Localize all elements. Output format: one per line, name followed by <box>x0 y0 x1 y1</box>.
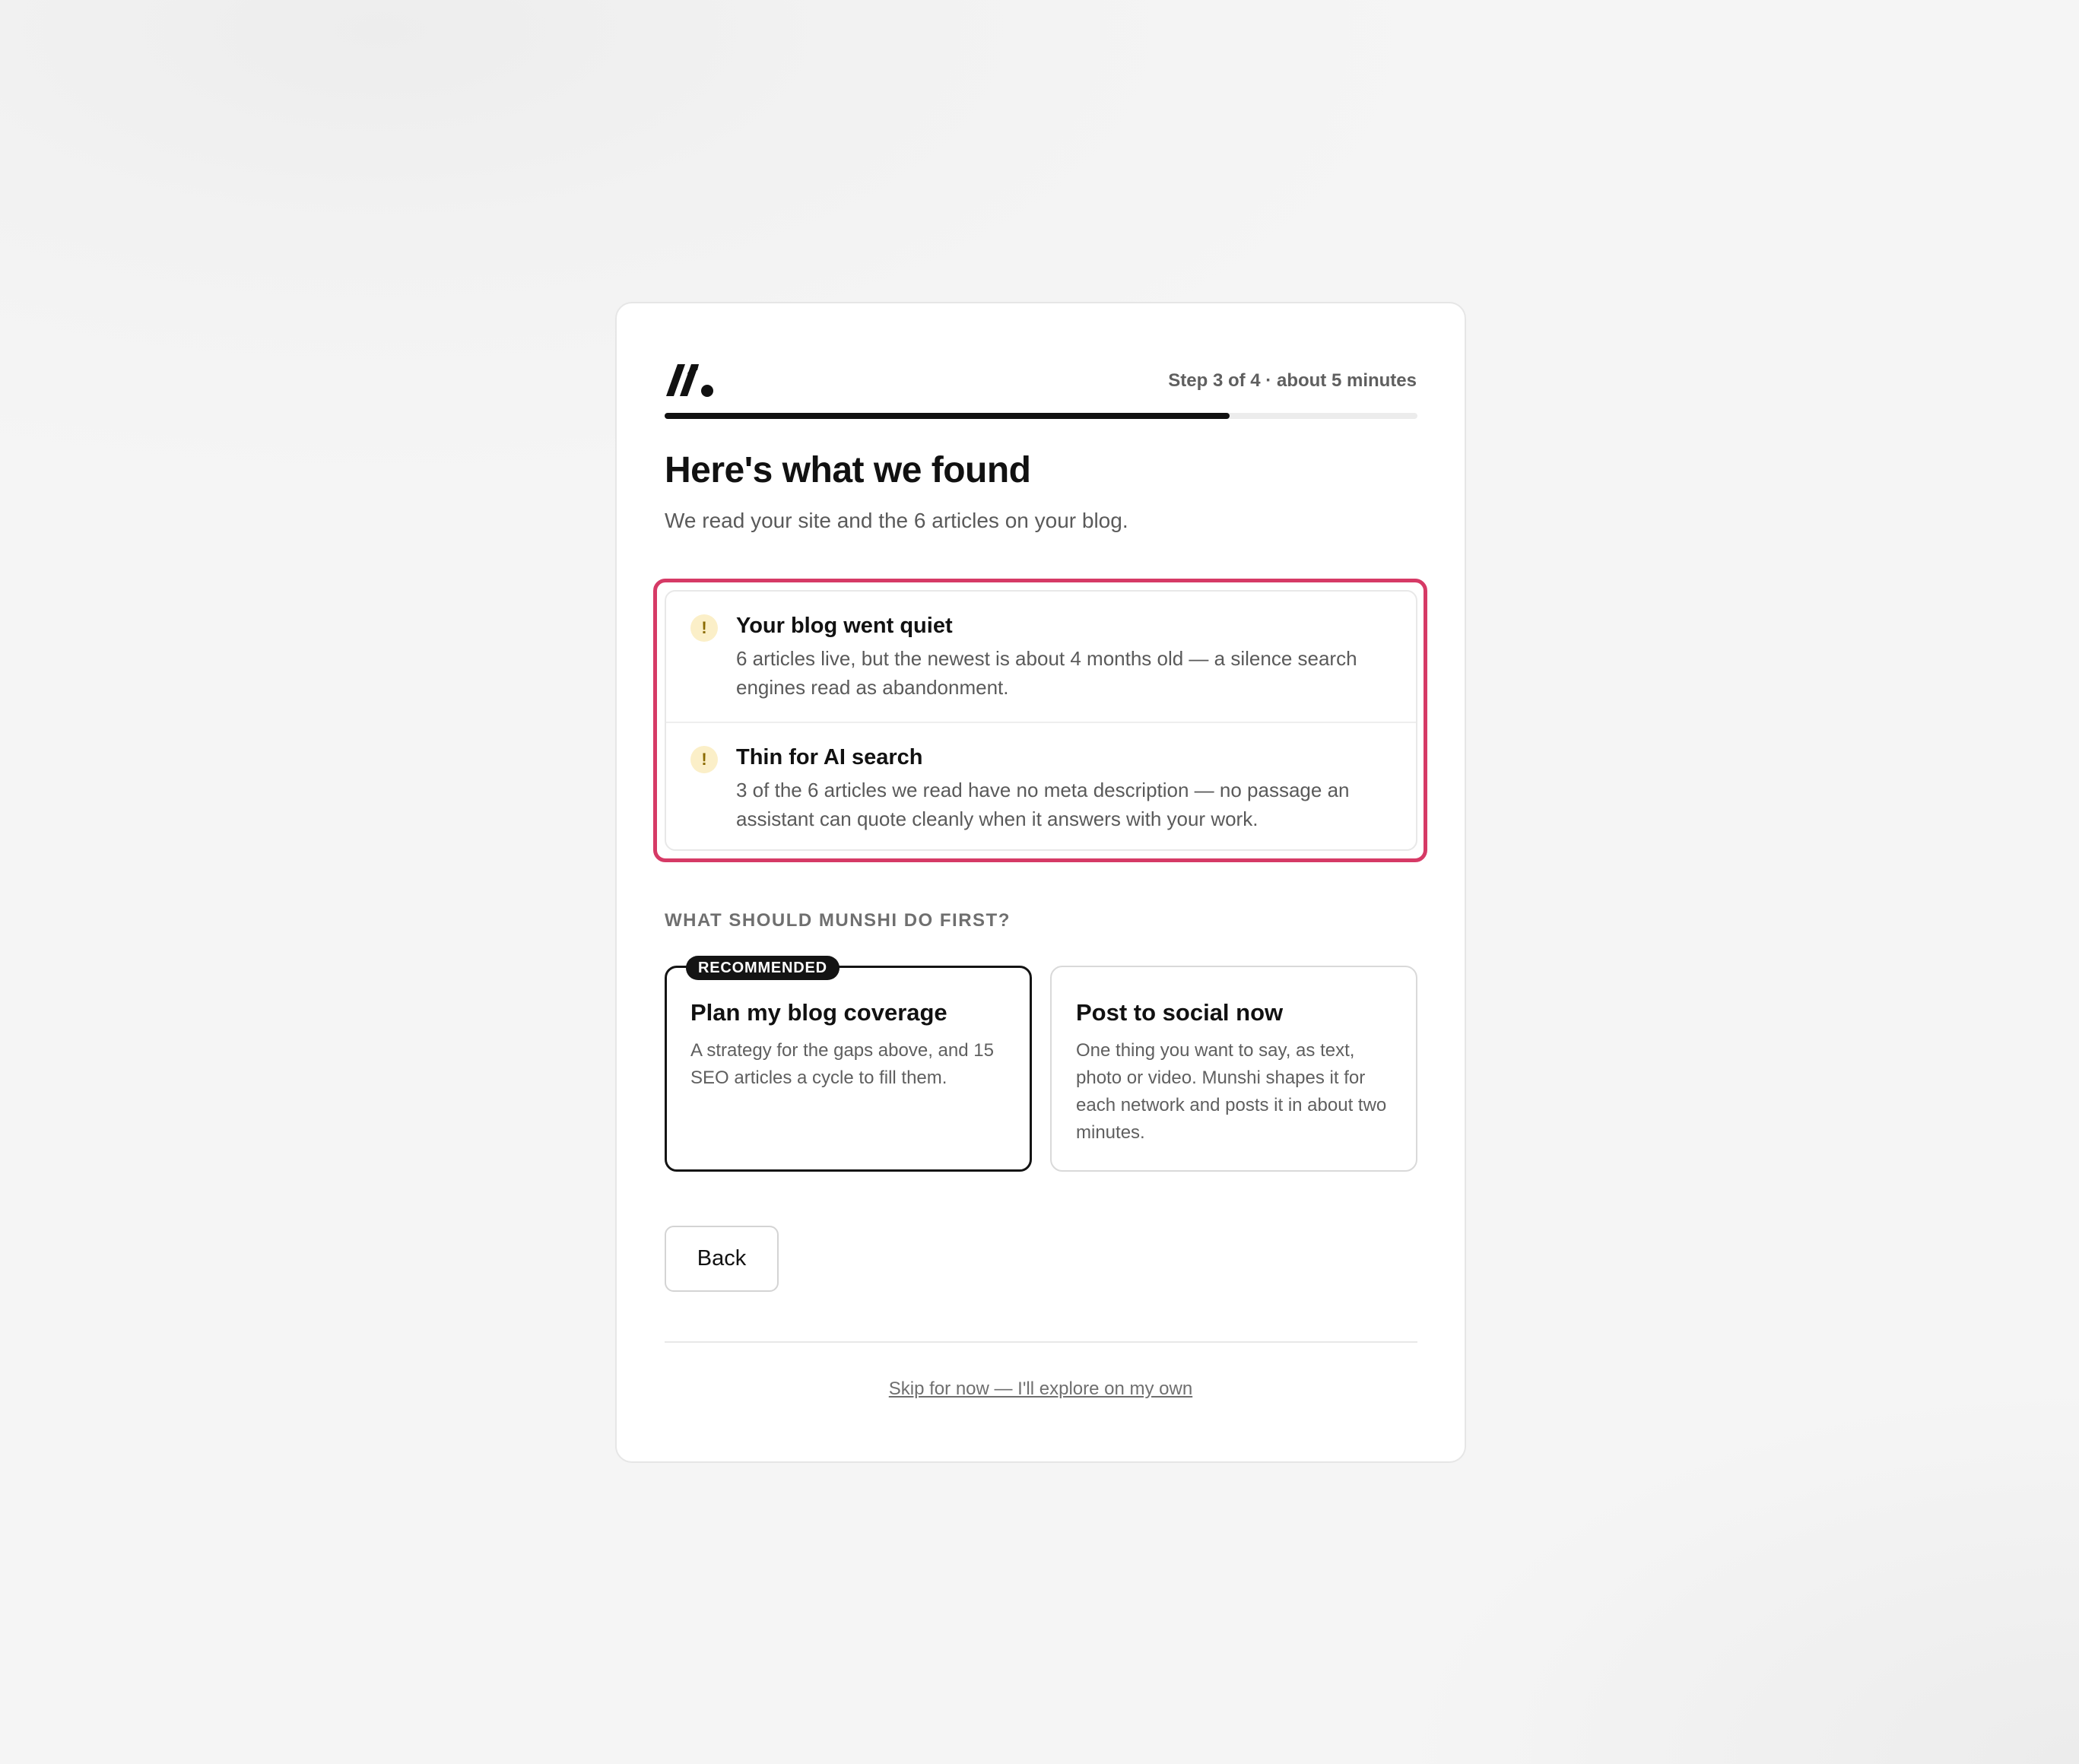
option-title: Plan my blog coverage <box>690 999 947 1026</box>
finding-title: Your blog went quiet <box>736 614 953 638</box>
finding-description: 3 of the 6 articles we read have no meta… <box>736 779 1350 830</box>
munshi-logo <box>666 364 713 397</box>
page-title: Here's what we found <box>665 450 1031 490</box>
recommended-badge: RECOMMENDED <box>686 956 840 980</box>
option-plan-blog-coverage[interactable]: RECOMMENDED Plan my blog coverage A stra… <box>665 956 1032 1172</box>
background-shade <box>1395 1384 2079 1764</box>
option-title: Post to social now <box>1076 999 1284 1026</box>
section-label: WHAT SHOULD MUNSHI DO FIRST? <box>665 910 1011 931</box>
skip-link[interactable]: Skip for now — I'll explore on my own <box>617 1379 1465 1400</box>
progress-bar <box>665 413 1417 419</box>
divider <box>665 1341 1417 1343</box>
finding-item: ! Thin for AI search 3 of the 6 articles… <box>666 722 1416 849</box>
progress-fill <box>665 413 1230 419</box>
onboarding-card: Step 3 of 4 · about 5 minutes Here's wha… <box>615 302 1466 1463</box>
warning-icon: ! <box>690 614 718 642</box>
warning-icon: ! <box>690 746 718 773</box>
finding-description: 6 articles live, but the newest is about… <box>736 647 1357 699</box>
finding-title: Thin for AI search <box>736 745 923 769</box>
step-indicator: Step 3 of 4 · about 5 minutes <box>1168 370 1417 391</box>
findings-list: ! Your blog went quiet 6 articles live, … <box>665 590 1417 851</box>
option-post-to-social[interactable]: Post to social now One thing you want to… <box>1050 966 1417 1172</box>
finding-item: ! Your blog went quiet 6 articles live, … <box>666 592 1416 722</box>
option-description: One thing you want to say, as text, phot… <box>1076 1040 1387 1143</box>
page-subtitle: We read your site and the 6 articles on … <box>665 509 1128 532</box>
option-description: A strategy for the gaps above, and 15 SE… <box>690 1040 994 1088</box>
back-button[interactable]: Back <box>665 1226 779 1292</box>
